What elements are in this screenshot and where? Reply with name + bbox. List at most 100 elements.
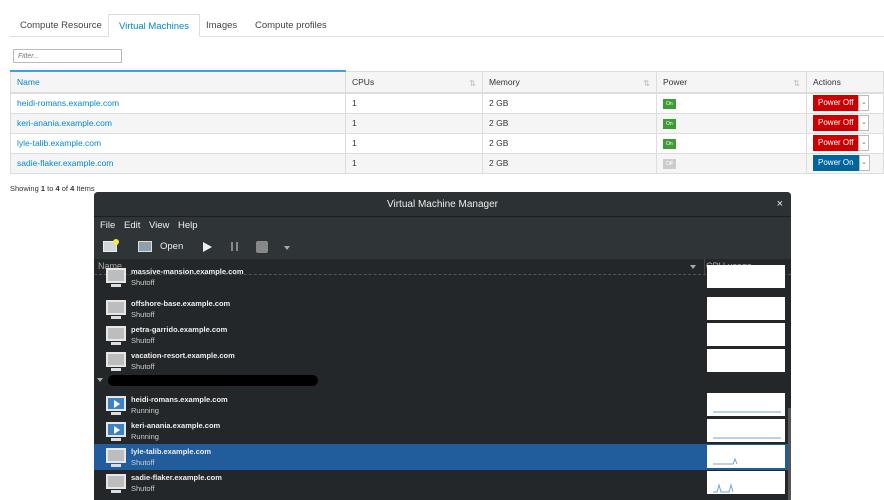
shutdown-icon[interactable] <box>256 241 268 253</box>
vm-monitor-icon <box>106 300 126 319</box>
power-off-button[interactable]: Power Off <box>813 115 859 131</box>
power-status-badge: On <box>663 99 676 110</box>
cell-memory: 2 GB <box>482 132 657 154</box>
open-monitor-icon[interactable] <box>138 241 152 252</box>
vm-status: Shutoff <box>131 362 155 371</box>
cell-actions: Power Off ⌄ <box>806 92 884 114</box>
running-vm-icon <box>106 422 126 441</box>
vm-name: massive-mansion.example.com <box>131 267 244 276</box>
toolbar: Open <box>94 236 791 259</box>
col-cpus[interactable]: CPUs ⇅ <box>345 70 483 94</box>
col-name[interactable]: Name <box>10 70 346 94</box>
pause-icon[interactable] <box>231 242 238 251</box>
expander-icon[interactable] <box>97 378 103 382</box>
window-titlebar[interactable]: Virtual Machine Manager × <box>94 192 791 217</box>
window-title: Virtual Machine Manager <box>387 199 498 210</box>
col-memory[interactable]: Memory ⇅ <box>482 70 657 94</box>
vmm-window: Virtual Machine Manager × File Edit View … <box>94 192 791 500</box>
vm-status: Shutoff <box>131 310 155 319</box>
col-actions: Actions <box>806 70 884 94</box>
vm-name: offshore-base.example.com <box>131 299 231 308</box>
table-row: lyle-talib.example.com 1 2 GB On Power O… <box>10 132 884 154</box>
vm-link[interactable]: heidi-romans.example.com <box>17 98 119 108</box>
chevron-down-icon[interactable]: ⌄ <box>858 135 870 151</box>
cpu-usage-line <box>713 457 738 465</box>
vm-link[interactable]: sadie-flaker.example.com <box>17 158 113 168</box>
vm-link[interactable]: keri-anania.example.com <box>17 118 112 128</box>
scrollbar[interactable] <box>788 408 791 500</box>
vm-status: Running <box>131 406 159 415</box>
cell-name: lyle-talib.example.com <box>10 132 346 154</box>
tab-bar: Compute Resource Virtual Machines Images… <box>10 14 884 37</box>
vm-list-item[interactable]: lyle-talib.example.com Shutoff <box>94 444 788 470</box>
vm-name: sadie-flaker.example.com <box>131 473 222 482</box>
vm-monitor-icon <box>106 326 126 345</box>
col-power[interactable]: Power ⇅ <box>656 70 807 94</box>
cell-memory: 2 GB <box>482 92 657 114</box>
vm-list-item[interactable]: vacation-resort.example.com Shutoff <box>94 348 788 374</box>
vm-monitor-icon <box>106 352 126 371</box>
redacted-connection-label <box>108 375 318 386</box>
cpu-usage-graph <box>707 323 785 346</box>
col-name-label: Name <box>17 77 40 87</box>
menubar: File Edit View Help <box>94 217 791 236</box>
vm-link[interactable]: lyle-talib.example.com <box>17 138 101 148</box>
play-icon[interactable] <box>203 242 212 252</box>
vm-list-item[interactable]: heidi-romans.example.com Running <box>94 392 788 418</box>
tab-compute-profiles[interactable]: Compute profiles <box>245 14 337 37</box>
close-icon[interactable]: × <box>777 192 783 217</box>
col-power-label: Power <box>663 76 688 87</box>
chevron-down-icon[interactable]: ⌄ <box>858 95 870 112</box>
menu-view[interactable]: View <box>149 220 169 231</box>
pagination-info: Showing 1 to 4 of 4 Items <box>10 184 95 193</box>
table-row: heidi-romans.example.com 1 2 GB On Power… <box>10 92 884 114</box>
tab-virtual-machines[interactable]: Virtual Machines <box>108 14 201 37</box>
menu-file[interactable]: File <box>100 220 115 231</box>
vm-name: keri-anania.example.com <box>131 421 221 430</box>
vm-table: Name CPUs ⇅ Memory ⇅ Power ⇅ Actions heidi-… <box>10 70 884 174</box>
vm-list-item[interactable]: massive-mansion.example.com Shutoff <box>94 264 788 290</box>
menu-help[interactable]: Help <box>178 220 198 231</box>
tab-compute-resource[interactable]: Compute Resource <box>10 14 112 37</box>
pag-text: Showing <box>10 184 41 193</box>
cell-power: Off <box>656 152 807 174</box>
cell-power: On <box>656 132 807 154</box>
sort-icon: ⇅ <box>643 79 650 88</box>
vm-list-item[interactable]: keri-anania.example.com Running <box>94 418 788 444</box>
power-off-button[interactable]: Power Off <box>813 135 859 151</box>
col-cpus-label: CPUs <box>352 76 375 87</box>
pag-text: of <box>59 184 71 193</box>
menu-edit[interactable]: Edit <box>124 220 140 231</box>
power-off-button[interactable]: Power Off <box>813 95 859 112</box>
open-button[interactable]: Open <box>160 241 183 252</box>
sort-icon: ⇅ <box>793 79 800 88</box>
vm-status: Shutoff <box>131 458 155 467</box>
tab-images[interactable]: Images <box>196 14 247 37</box>
cell-name: keri-anania.example.com <box>10 112 346 134</box>
vm-list-item[interactable]: petra-garrido.example.com Shutoff <box>94 322 788 348</box>
vm-name: lyle-talib.example.com <box>131 447 212 456</box>
power-on-button[interactable]: Power On <box>813 155 859 171</box>
cpu-usage-graph <box>707 445 785 468</box>
pag-text: Items <box>74 184 95 193</box>
chevron-down-icon[interactable] <box>284 246 290 250</box>
vm-name: petra-garrido.example.com <box>131 325 228 334</box>
col-memory-label: Memory <box>489 76 520 87</box>
cell-memory: 2 GB <box>482 152 657 174</box>
vm-monitor-icon <box>106 474 126 493</box>
cpu-usage-line <box>713 483 734 493</box>
cell-name: heidi-romans.example.com <box>10 92 346 114</box>
chevron-down-icon[interactable]: ⌄ <box>858 115 870 131</box>
new-vm-icon[interactable] <box>103 239 119 252</box>
vm-list-item[interactable]: sadie-flaker.example.com Shutoff <box>94 470 788 496</box>
table-row: keri-anania.example.com 1 2 GB On Power … <box>10 112 884 134</box>
vm-status: Shutoff <box>131 484 155 493</box>
table-row: sadie-flaker.example.com 1 2 GB Off Powe… <box>10 152 884 174</box>
cell-actions: Power On ⌄ <box>806 152 884 174</box>
vm-name: vacation-resort.example.com <box>131 351 235 360</box>
chevron-down-icon[interactable]: ⌄ <box>858 155 870 171</box>
vm-list-item[interactable]: offshore-base.example.com Shutoff <box>94 296 788 322</box>
filter-input[interactable] <box>13 49 122 63</box>
cell-actions: Power Off ⌄ <box>806 132 884 154</box>
cpu-usage-graph <box>707 349 785 372</box>
